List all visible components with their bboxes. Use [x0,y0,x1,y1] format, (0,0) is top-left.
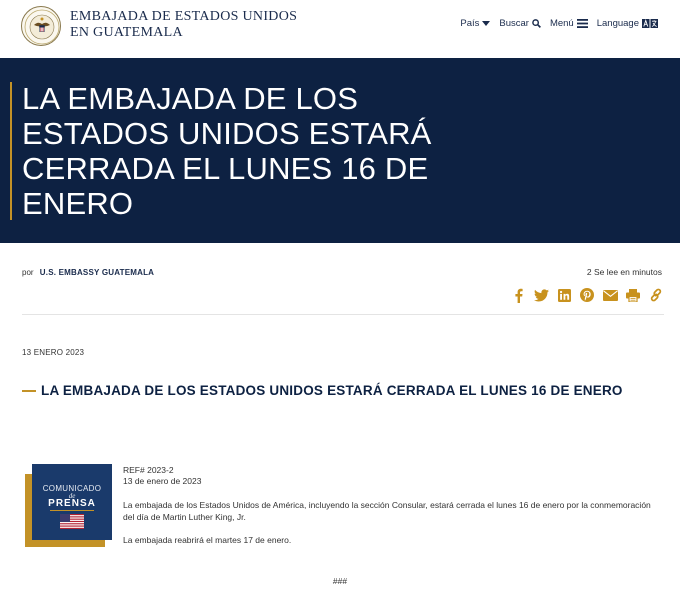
twitter-icon[interactable] [533,287,549,303]
print-icon[interactable] [625,287,641,303]
us-flag-icon [60,514,84,529]
facebook-icon[interactable] [510,287,526,303]
nav-country-label: País [460,18,480,29]
email-icon[interactable] [602,287,618,303]
site-name[interactable]: EMBAJADA DE ESTADOS UNIDOS EN GUATEMALA [70,9,297,41]
article-title: LA EMBAJADA DE LOS ESTADOS UNIDOS ESTARÁ… [41,383,623,398]
byline: por U.S. EMBASSY GUATEMALA [22,268,154,277]
hero-accent-bar [10,82,12,220]
translate-icon [642,19,658,28]
article-paragraph: La embajada reabrirá el martes 17 de ene… [123,535,292,545]
site-name-line2: EN GUATEMALA [70,25,183,40]
nav-menu-label: Menú [549,18,574,29]
reference-number: REF# 2023-2 [123,465,174,475]
end-mark: ### [332,576,348,586]
hero-banner: LA EMBAJADA DE LOS ESTADOS UNIDOS ESTARÁ… [0,58,680,243]
nav-language-label: Language [596,18,639,29]
nav-country[interactable]: País [460,18,491,29]
article-date: 13 ENERO 2023 [22,348,85,357]
hamburger-menu-icon [576,19,588,28]
article-title-accent [22,390,36,392]
caret-down-icon [482,20,491,26]
nav-language[interactable]: Language [597,18,658,29]
share-bar [510,287,664,303]
nav-search[interactable]: Buscar [499,18,541,29]
linkedin-icon[interactable] [556,287,572,303]
pinterest-icon[interactable] [579,287,595,303]
embassy-seal-logo[interactable] [21,6,61,46]
hero-title: LA EMBAJADA DE LOS ESTADOS UNIDOS ESTARÁ… [22,81,432,221]
press-release-graphic: COMUNICADO de PRENSA [32,464,112,540]
content-divider [22,314,664,315]
link-icon[interactable] [648,287,664,303]
read-time: 2 Se lee en minutos [586,267,662,277]
press-release-line3: PRENSA [48,498,96,509]
site-header: EMBAJADA DE ESTADOS UNIDOS EN GUATEMALA … [0,0,680,58]
reference-block: REF# 2023-2 13 de enero de 2023 [123,465,201,487]
nav-menu[interactable]: Menú [550,18,588,29]
nav-search-label: Buscar [499,18,529,29]
byline-author[interactable]: U.S. EMBASSY GUATEMALA [40,268,154,277]
search-icon [532,19,541,28]
reference-date: 13 de enero de 2023 [123,476,202,486]
byline-prefix: por [22,268,34,277]
press-release-rule [50,510,94,511]
site-name-line1: EMBAJADA DE ESTADOS UNIDOS [70,9,298,24]
top-nav: País Buscar Menú Language [460,18,658,29]
article-paragraph: La embajada de los Estados Unidos de Amé… [123,500,651,522]
